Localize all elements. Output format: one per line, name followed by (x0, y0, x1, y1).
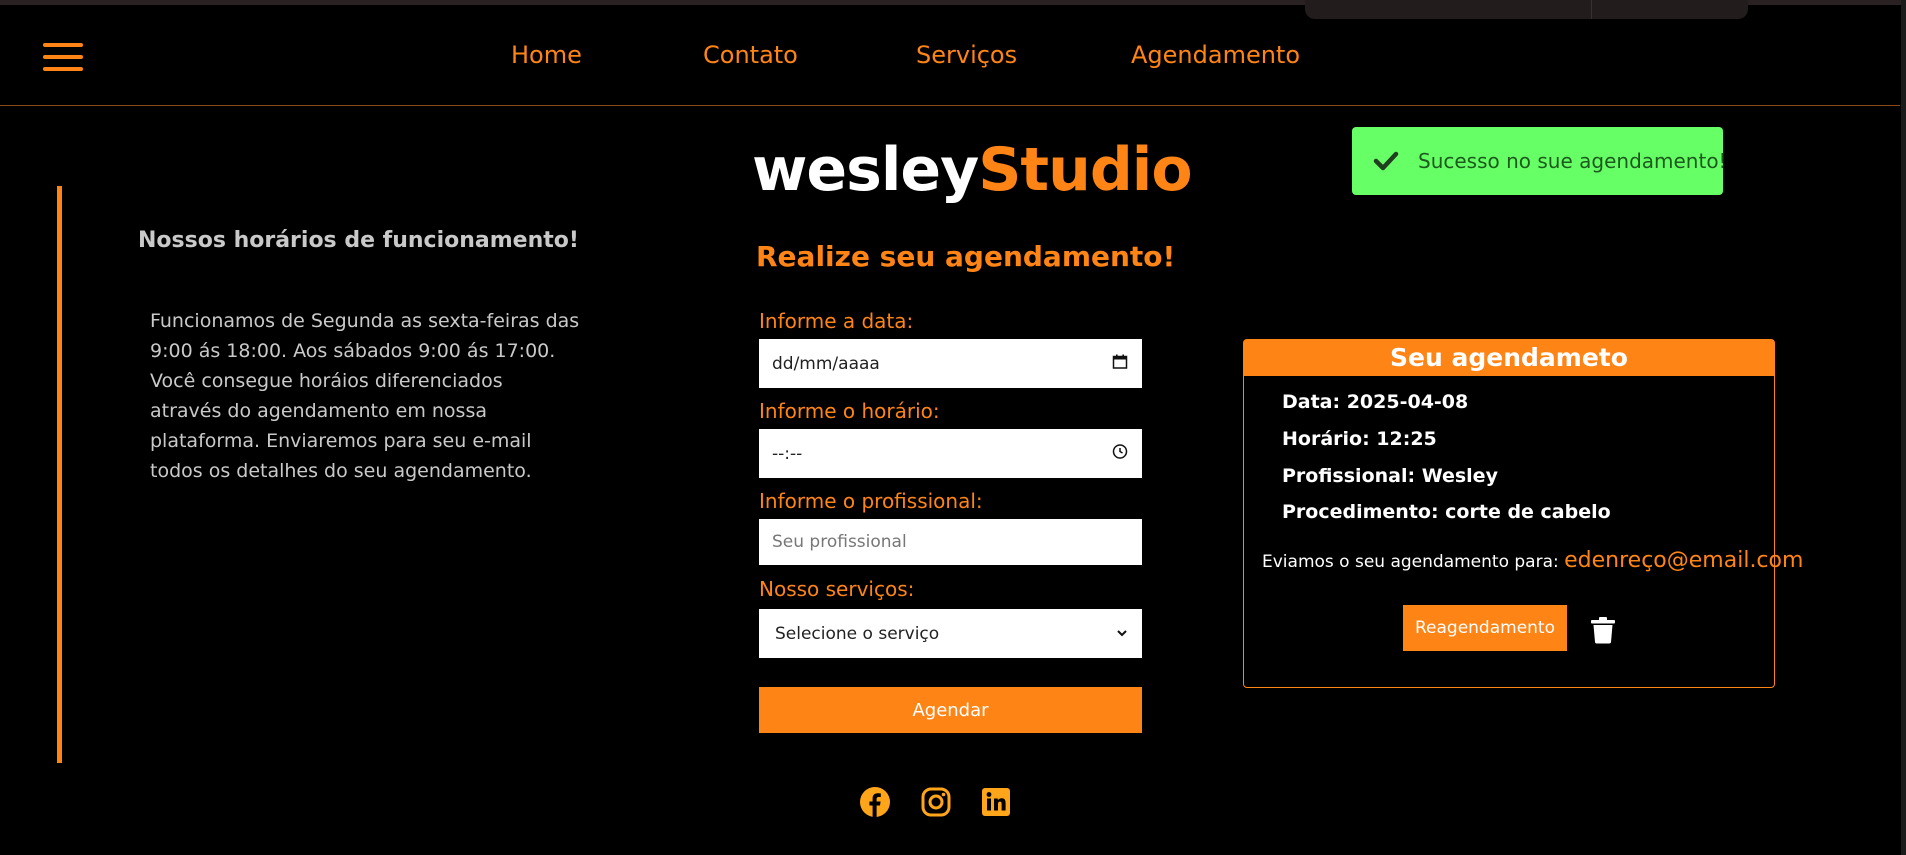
scrollbar[interactable] (1901, 0, 1906, 855)
time-label: Informe o horário: (759, 399, 940, 423)
nav-contato[interactable]: Contato (703, 41, 798, 69)
email-sent-text: Eviamos o seu agendamento para: (1262, 552, 1559, 572)
check-icon (1372, 147, 1400, 175)
date-input-value: dd/mm/aaaa (772, 353, 880, 374)
date-input[interactable]: dd/mm/aaaa (759, 339, 1142, 388)
nav-agendamento[interactable]: Agendamento (1131, 41, 1300, 69)
agendar-button[interactable]: Agendar (759, 687, 1142, 733)
date-label: Informe a data: (759, 309, 914, 333)
appointment-time: Horário: 12:25 (1282, 428, 1437, 450)
time-input-value: --:-- (772, 443, 803, 464)
service-select[interactable]: Selecione o serviço (759, 609, 1142, 658)
logo: wesleyStudio (752, 135, 1193, 205)
appointment-professional: Profissional: Wesley (1282, 465, 1498, 487)
accent-bar (57, 186, 62, 763)
professional-placeholder: Seu profissional (772, 532, 907, 552)
nav-home[interactable]: Home (511, 41, 582, 69)
facebook-icon[interactable] (859, 786, 891, 818)
toast-message: Sucesso no sue agendamento! (1418, 149, 1727, 173)
appointment-date: Data: 2025-04-08 (1282, 391, 1469, 413)
email-sent-line: Eviamos o seu agendamento para: edenreço… (1262, 548, 1803, 573)
instagram-icon[interactable] (920, 786, 952, 818)
hours-title: Nossos horários de funcionamento! (138, 228, 579, 253)
hours-text: Funcionamos de Segunda as sexta-feiras d… (150, 310, 580, 482)
site-header: Home Contato Serviços Agendamento (0, 5, 1900, 106)
nav-servicos[interactable]: Serviços (916, 41, 1017, 69)
trash-icon[interactable] (1590, 616, 1616, 644)
appointment-procedure: Procedimento: corte de cabelo (1282, 501, 1611, 523)
clock-icon[interactable] (1112, 443, 1128, 464)
logo-part-1: wesley (752, 135, 979, 205)
linkedin-icon[interactable] (980, 786, 1012, 818)
card-title: Seu agendameto (1244, 340, 1774, 376)
menu-icon[interactable] (43, 43, 83, 73)
form-title: Realize seu agendamento! (756, 240, 1176, 273)
calendar-icon[interactable] (1112, 353, 1128, 374)
email-address: edenreço@email.com (1564, 548, 1804, 573)
professional-label: Informe o profissional: (759, 489, 983, 513)
reschedule-button[interactable]: Reagendamento (1403, 605, 1567, 651)
appointment-card: Seu agendameto Data: 2025-04-08 Horário:… (1243, 339, 1803, 688)
success-toast: Sucesso no sue agendamento! (1352, 127, 1727, 195)
professional-input[interactable]: Seu profissional (759, 519, 1142, 565)
logo-part-2: Studio (978, 135, 1192, 205)
service-select-value: Selecione o serviço (775, 623, 940, 644)
time-input[interactable]: --:-- (759, 429, 1142, 478)
service-label: Nosso serviços: (759, 577, 915, 601)
chevron-down-icon (1116, 624, 1128, 644)
